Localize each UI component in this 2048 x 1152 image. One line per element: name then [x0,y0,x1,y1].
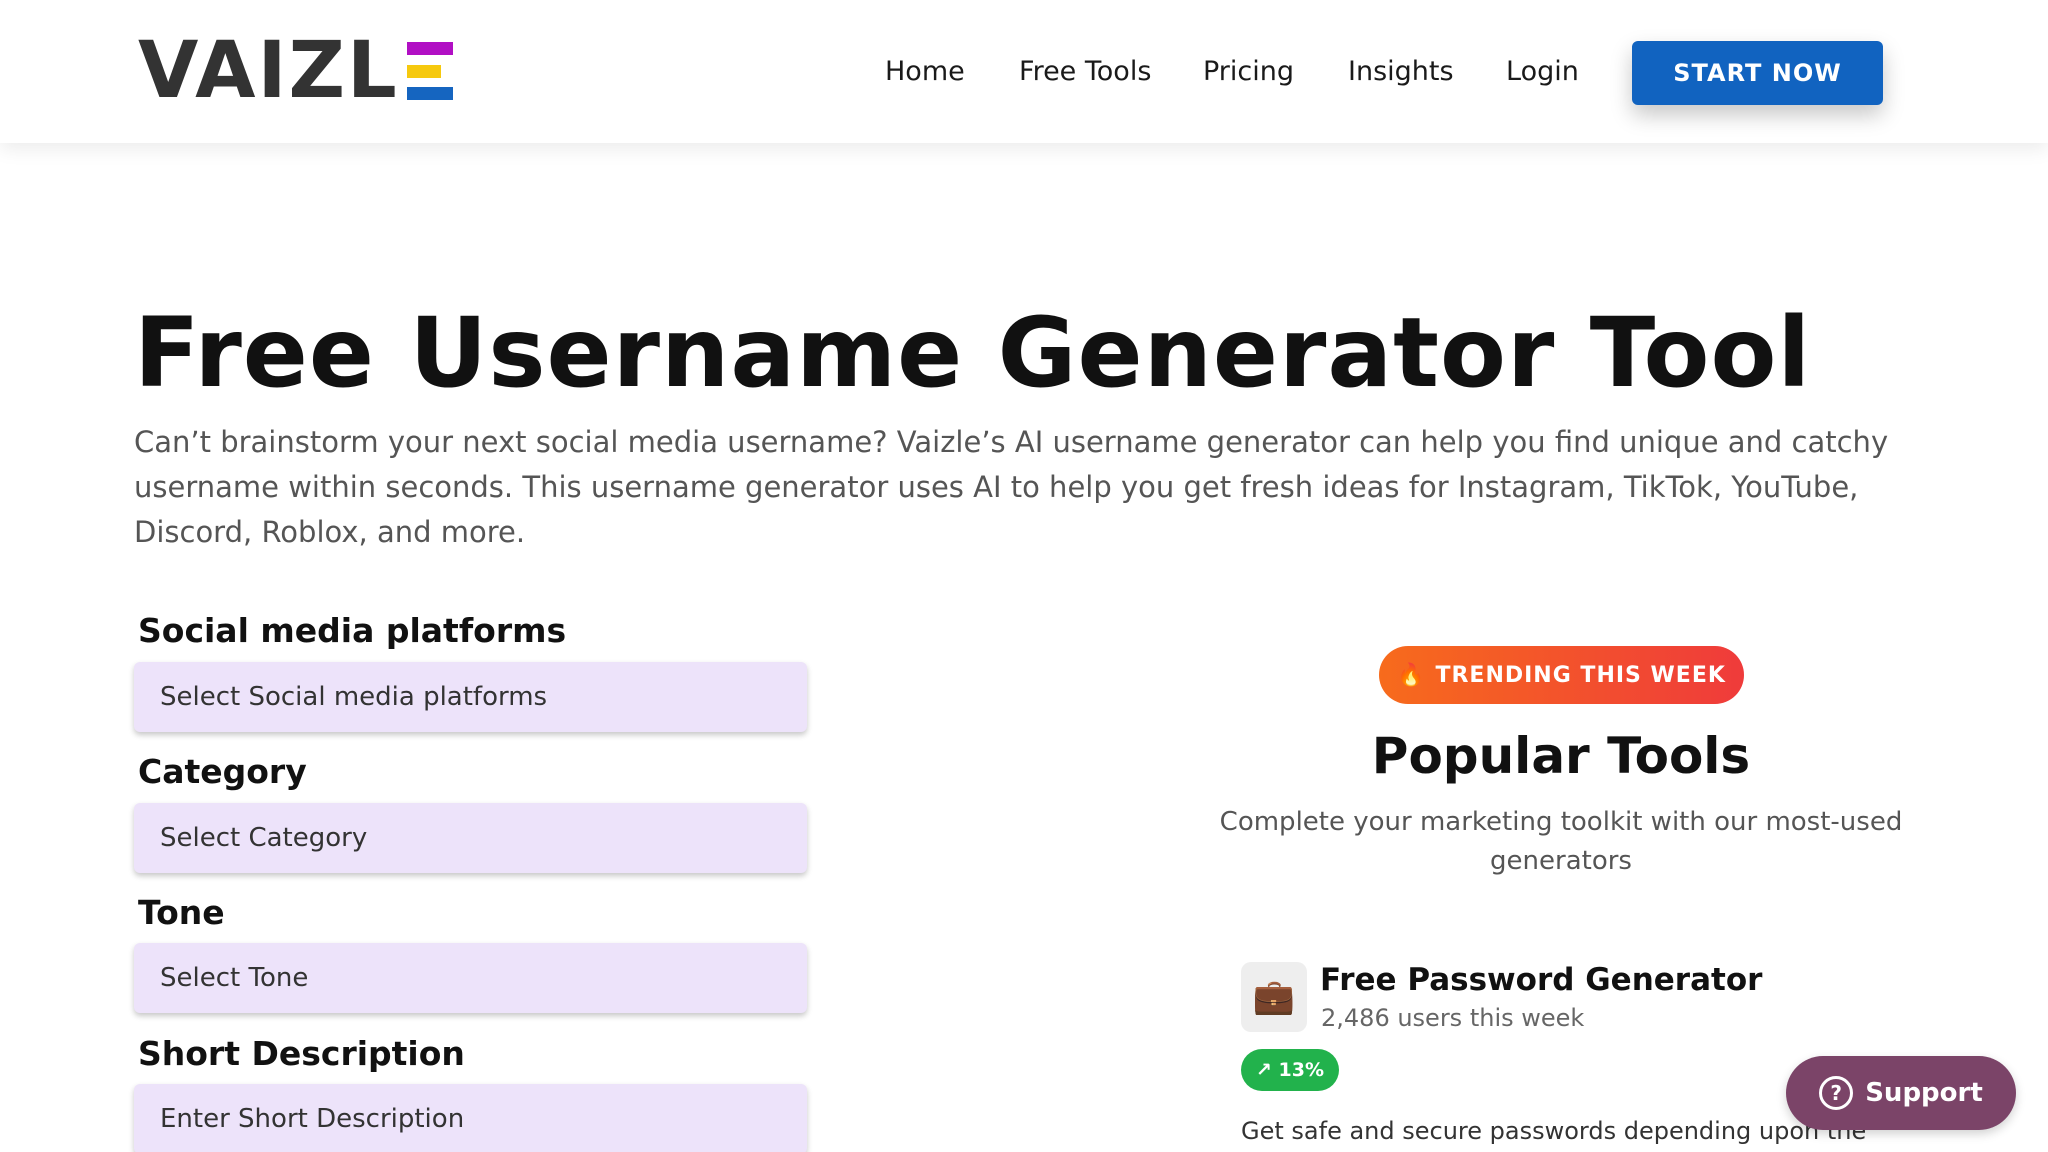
nav-login[interactable]: Login [1506,50,1579,94]
growth-badge: ↗ 13% [1241,1049,1339,1091]
platforms-label: Social media platforms [138,611,567,650]
page-description: Can’t brainstorm your next social media … [134,425,1889,549]
logo-wordmark: VAIZL [138,26,399,116]
logo-bar-yellow [406,64,441,78]
popular-tools-subtitle: Complete your marketing toolkit with our… [1219,807,1903,876]
platforms-select[interactable]: Select Social media platforms [134,662,807,732]
page-title: Free Username Generator Tool [134,297,1812,409]
short-description-input[interactable]: Enter Short Description [134,1084,807,1152]
nav-home[interactable]: Home [885,50,965,94]
nav-insights[interactable]: Insights [1348,50,1454,94]
briefcase-icon: 💼 [1241,962,1307,1032]
nav-free-tools[interactable]: Free Tools [1019,50,1151,94]
tone-label: Tone [138,893,225,932]
support-button[interactable]: ? Support [1786,1056,2016,1130]
help-icon: ? [1819,1076,1854,1110]
tone-select[interactable]: Select Tone [134,943,807,1013]
tool-card-description: Get safe and secure passwords depending … [1241,1117,1867,1145]
vaizle-logo[interactable]: VAIZL [138,26,453,116]
support-label: Support [1865,1078,1983,1108]
logo-e-mark [406,42,453,100]
logo-bar-blue [406,87,453,100]
trending-badge: 🔥 TRENDING THIS WEEK [1379,646,1744,704]
flame-icon: 🔥 [1397,662,1426,688]
logo-bar-purple [406,42,453,55]
category-select[interactable]: Select Category [134,803,807,873]
nav-pricing[interactable]: Pricing [1203,50,1294,94]
tool-card-users: 2,486 users this week [1321,1004,1585,1032]
tool-card-title[interactable]: Free Password Generator [1320,958,1762,1002]
short-description-label: Short Description [138,1034,465,1073]
site-header: VAIZL Home Free Tools Pricing Insights L… [0,0,2048,143]
start-now-button[interactable]: START NOW [1632,41,1883,105]
category-label: Category [138,752,307,791]
trending-badge-label: TRENDING THIS WEEK [1435,662,1726,688]
popular-tools-title: Popular Tools [1371,727,1751,785]
